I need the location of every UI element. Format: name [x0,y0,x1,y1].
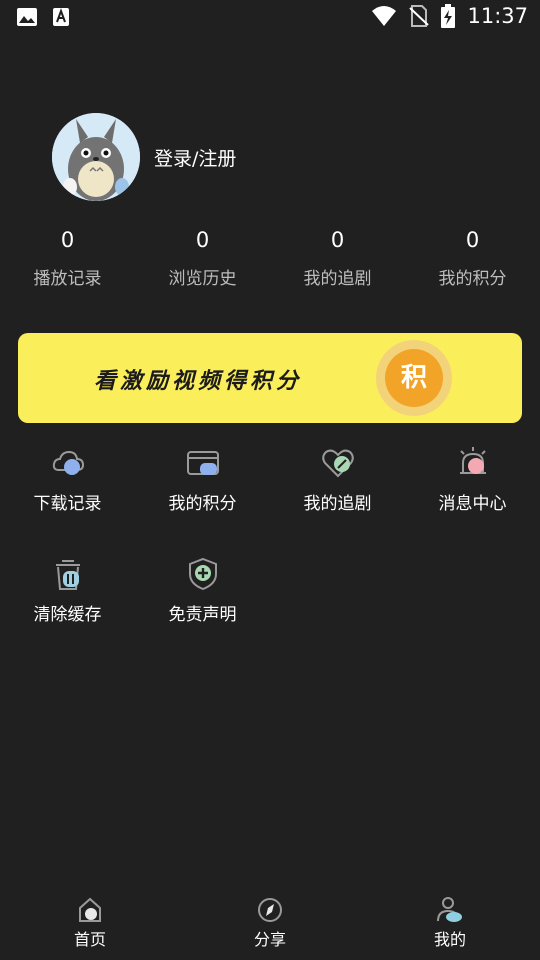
trash-icon [55,560,80,590]
nav-share[interactable]: 分享 [180,890,360,960]
status-bar: 11:37 [0,0,540,36]
stat-value: 0 [465,228,480,252]
no-sim-icon [409,5,430,27]
card-icon [186,451,219,475]
stat-play-history[interactable]: 0 播放记录 [0,226,135,289]
bell-icon [459,447,486,474]
menu-message-center[interactable]: 消息中心 [405,444,540,555]
stat-value: 0 [330,228,345,252]
clock: 11:37 [467,4,528,28]
menu-label: 我的积分 [168,494,237,514]
menu-grid: 下载记录 我的积分 我的追剧 消息中心 清除缓存 免责声明 [0,444,540,666]
avatar[interactable] [52,113,140,201]
heart-icon [321,449,354,478]
menu-disclaimer[interactable]: 免责声明 [135,555,270,666]
menu-my-follow[interactable]: 我的追剧 [270,444,405,555]
a-icon [53,8,69,26]
battery-charging-icon [441,4,456,28]
wifi-icon [372,6,397,26]
stat-value: 0 [60,228,75,252]
menu-label: 下载记录 [33,494,102,514]
menu-download-records[interactable]: 下载记录 [0,444,135,555]
shield-plus-icon [188,557,217,591]
stat-label: 浏览历史 [168,269,237,289]
menu-my-points[interactable]: 我的积分 [135,444,270,555]
nav-mine[interactable]: 我的 [360,890,540,960]
nav-home[interactable]: 首页 [0,890,180,960]
totoro-avatar [52,113,140,201]
menu-label: 清除缓存 [33,605,102,625]
points-coin-icon: 积 [376,340,452,416]
menu-label: 免责声明 [168,605,237,625]
nav-label: 我的 [433,930,466,949]
image-icon [17,8,37,26]
stat-value: 0 [195,228,210,252]
bottom-nav: 首页 分享 我的 [0,890,540,960]
stat-label: 我的积分 [438,269,507,289]
user-icon [437,897,462,922]
nav-label: 分享 [253,930,286,949]
profile-section[interactable]: 登录/注册 [52,113,236,201]
banner-text: 看激励视频得积分 [94,368,303,394]
home-icon [79,897,101,922]
stat-my-points[interactable]: 0 我的积分 [405,226,540,289]
compass-icon [258,898,282,922]
menu-label: 我的追剧 [303,494,372,514]
menu-label: 消息中心 [438,494,507,514]
menu-clear-cache[interactable]: 清除缓存 [0,555,135,666]
stats-row: 0 播放记录 0 浏览历史 0 我的追剧 0 我的积分 [0,226,540,289]
stat-label: 我的追剧 [303,269,372,289]
cloud-download-icon [52,450,84,475]
nav-label: 首页 [73,930,106,949]
reward-video-banner[interactable]: 看激励视频得积分 积 [18,333,522,423]
stat-label: 播放记录 [33,269,102,289]
stat-browse-history[interactable]: 0 浏览历史 [135,226,270,289]
login-register-link[interactable]: 登录/注册 [154,144,236,171]
stat-my-follow[interactable]: 0 我的追剧 [270,226,405,289]
coin-char: 积 [385,349,443,407]
